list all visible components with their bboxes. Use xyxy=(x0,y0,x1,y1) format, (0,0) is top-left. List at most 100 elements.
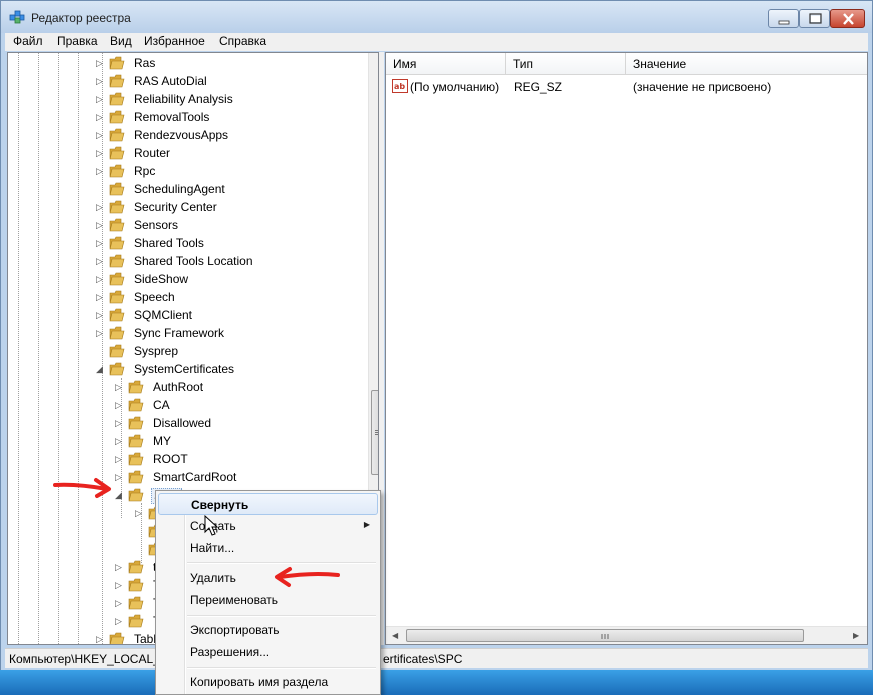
scroll-right-icon[interactable]: ▶ xyxy=(853,631,859,640)
expand-arrow-icon[interactable] xyxy=(135,525,145,537)
menu-item-copy-key-name[interactable]: Копировать имя раздела xyxy=(158,671,378,693)
tree-item-label: SchedulingAgent xyxy=(134,182,225,196)
expand-arrow-icon[interactable]: ▷ xyxy=(96,93,106,105)
list-horizontal-scrollbar[interactable]: ◀ ▶ xyxy=(386,626,867,644)
window-title: Редактор реестра xyxy=(31,11,131,25)
menu-item-collapse[interactable]: Свернуть xyxy=(158,493,378,515)
tree-item-label: Disallowed xyxy=(153,416,212,430)
folder-icon xyxy=(109,290,125,304)
expand-arrow-icon[interactable]: ▷ xyxy=(115,579,125,591)
tree-item-label: Sensors xyxy=(134,218,179,232)
registry-editor-icon xyxy=(9,10,25,24)
menu-item-export[interactable]: Экспортировать xyxy=(158,619,378,641)
expand-arrow-icon[interactable]: ▷ xyxy=(115,381,125,393)
column-type-header[interactable]: Тип xyxy=(506,53,626,75)
tree-item-label: RAS AutoDial xyxy=(134,74,207,88)
folder-icon xyxy=(109,344,125,358)
folder-icon xyxy=(109,110,125,124)
expand-arrow-icon[interactable]: ▷ xyxy=(96,309,106,321)
expand-arrow-icon[interactable]: ▷ xyxy=(96,75,106,87)
expand-arrow-icon[interactable]: ▷ xyxy=(115,471,125,483)
values-list[interactable]: Имя Тип Значение ab (По умолчанию) REG_S… xyxy=(385,52,868,645)
tree-item-label: Shared Tools xyxy=(134,236,204,250)
expand-arrow-icon[interactable] xyxy=(96,183,106,195)
expand-arrow-icon[interactable]: ▷ xyxy=(96,147,106,159)
expand-arrow-icon[interactable]: ▷ xyxy=(115,453,125,465)
expand-arrow-icon[interactable]: ▷ xyxy=(115,615,125,627)
folder-icon xyxy=(109,128,125,142)
menu-item-delete[interactable]: Удалить xyxy=(158,567,378,589)
folder-icon xyxy=(109,92,125,106)
value-name: (По умолчанию) xyxy=(410,80,500,94)
folder-icon xyxy=(109,326,125,340)
folder-icon xyxy=(109,182,125,196)
expand-arrow-icon[interactable]: ▷ xyxy=(96,255,106,267)
expand-arrow-icon[interactable]: ▷ xyxy=(96,201,106,213)
submenu-arrow-icon: ▶ xyxy=(363,520,370,529)
minimize-icon xyxy=(778,20,790,25)
menu-item-rename[interactable]: Переименовать xyxy=(158,589,378,611)
tree-guide-line xyxy=(78,53,79,644)
tree-item-label: Rpc xyxy=(134,164,156,178)
folder-icon xyxy=(109,74,125,88)
folder-icon xyxy=(109,146,125,160)
folder-icon xyxy=(109,200,125,214)
collapse-arrow-icon[interactable]: ◢ xyxy=(115,489,125,501)
column-value-header[interactable]: Значение xyxy=(626,53,867,75)
status-path-right: ertificates\SPC xyxy=(383,652,463,666)
menu-help[interactable]: Справка xyxy=(217,34,268,48)
tree-guide-line xyxy=(18,53,19,644)
menu-file[interactable]: Файл xyxy=(11,34,45,48)
column-name-header[interactable]: Имя xyxy=(386,53,506,75)
status-path-left: Компьютер\HKEY_LOCAL_ xyxy=(9,652,160,666)
folder-icon xyxy=(128,398,144,412)
expand-arrow-icon[interactable]: ▷ xyxy=(115,597,125,609)
list-scroll-thumb[interactable] xyxy=(406,629,804,642)
expand-arrow-icon[interactable]: ▷ xyxy=(115,417,125,429)
expand-arrow-icon[interactable]: ▷ xyxy=(96,219,106,231)
mouse-cursor-icon xyxy=(204,515,219,536)
expand-arrow-icon[interactable]: ▷ xyxy=(115,561,125,573)
menu-separator xyxy=(187,562,376,564)
maximize-button[interactable] xyxy=(799,9,830,28)
tree-item-label: SideShow xyxy=(134,272,189,286)
registry-editor-window: Редактор реестра Файл Правка Вид Избранн… xyxy=(0,0,873,695)
expand-arrow-icon[interactable]: ▷ xyxy=(96,111,106,123)
menu-separator xyxy=(187,615,376,617)
value-type: REG_SZ xyxy=(514,80,563,94)
expand-arrow-icon[interactable]: ▷ xyxy=(96,237,106,249)
menu-view[interactable]: Вид xyxy=(108,34,134,48)
menu-favorites[interactable]: Избранное xyxy=(142,34,207,48)
folder-icon xyxy=(109,164,125,178)
tree-item-label: RemovalTools xyxy=(134,110,210,124)
expand-arrow-icon[interactable]: ▷ xyxy=(96,165,106,177)
menu-separator xyxy=(187,667,376,669)
expand-arrow-icon[interactable]: ▷ xyxy=(96,273,106,285)
menu-edit[interactable]: Правка xyxy=(55,34,100,48)
folder-icon xyxy=(128,488,144,502)
tree-item-label: Sysprep xyxy=(134,344,179,358)
expand-arrow-icon[interactable] xyxy=(135,543,145,555)
close-button[interactable] xyxy=(830,9,865,28)
collapse-arrow-icon[interactable]: ◢ xyxy=(96,363,106,375)
scroll-left-icon[interactable]: ◀ xyxy=(392,631,398,640)
maximize-icon xyxy=(809,13,822,24)
expand-arrow-icon[interactable]: ▷ xyxy=(96,129,106,141)
folder-icon xyxy=(109,272,125,286)
menu-item-create[interactable]: Создать▶ xyxy=(158,515,378,537)
expand-arrow-icon[interactable]: ▷ xyxy=(96,57,106,69)
minimize-button[interactable] xyxy=(768,9,799,28)
expand-arrow-icon[interactable]: ▷ xyxy=(96,633,106,644)
menu-item-find[interactable]: Найти... xyxy=(158,537,378,559)
expand-arrow-icon[interactable]: ▷ xyxy=(115,399,125,411)
expand-arrow-icon[interactable]: ▷ xyxy=(135,507,145,519)
expand-arrow-icon[interactable]: ▷ xyxy=(96,291,106,303)
menu-item-permissions[interactable]: Разрешения... xyxy=(158,641,378,663)
expand-arrow-icon[interactable]: ▷ xyxy=(115,435,125,447)
folder-icon xyxy=(109,236,125,250)
expand-arrow-icon[interactable] xyxy=(96,345,106,357)
expand-arrow-icon[interactable]: ▷ xyxy=(96,327,106,339)
tree-scroll-thumb[interactable] xyxy=(371,390,378,475)
title-bar[interactable]: Редактор реестра xyxy=(1,1,872,33)
folder-icon xyxy=(109,308,125,322)
